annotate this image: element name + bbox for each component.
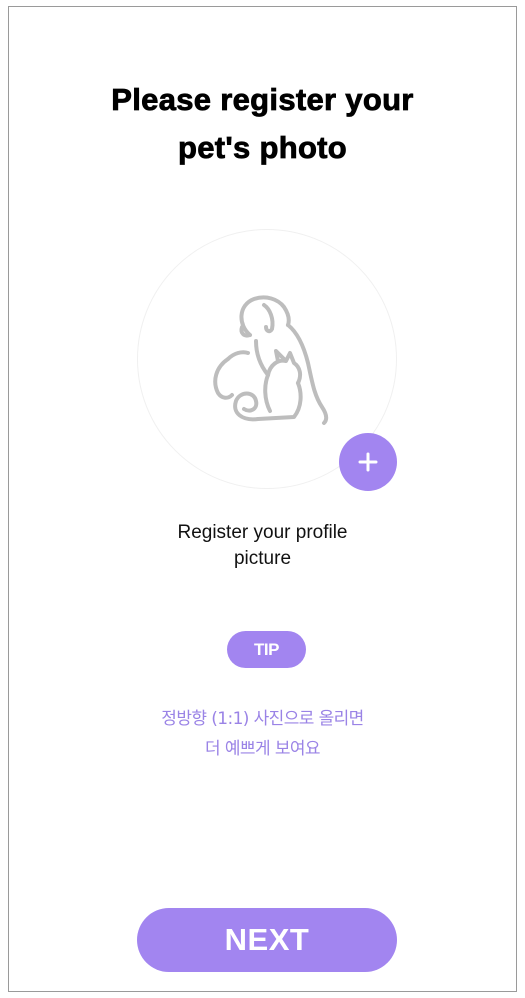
tip-text-line-1: 정방향 (1:1) 사진으로 올리면 [161,709,364,729]
page-title: Please register your pet's photo [8,76,517,172]
add-photo-button[interactable] [339,433,397,491]
page-title-line-1: Please register your [111,82,414,118]
next-button[interactable]: NEXT [137,908,397,972]
page-title-line-2: pet's photo [177,130,348,166]
dog-and-cat-icon [213,295,329,425]
register-label-line-2: picture [233,548,292,569]
tip-text: 정방향 (1:1) 사진으로 올리면 더 예쁘게 보여요 [8,704,517,764]
register-label-line-1: Register your profile [177,522,348,543]
tip-badge: TIP [227,631,306,668]
register-profile-label: Register your profile picture [8,520,517,572]
tip-text-line-2: 더 예쁘게 보여요 [205,739,320,759]
plus-icon [358,452,378,472]
